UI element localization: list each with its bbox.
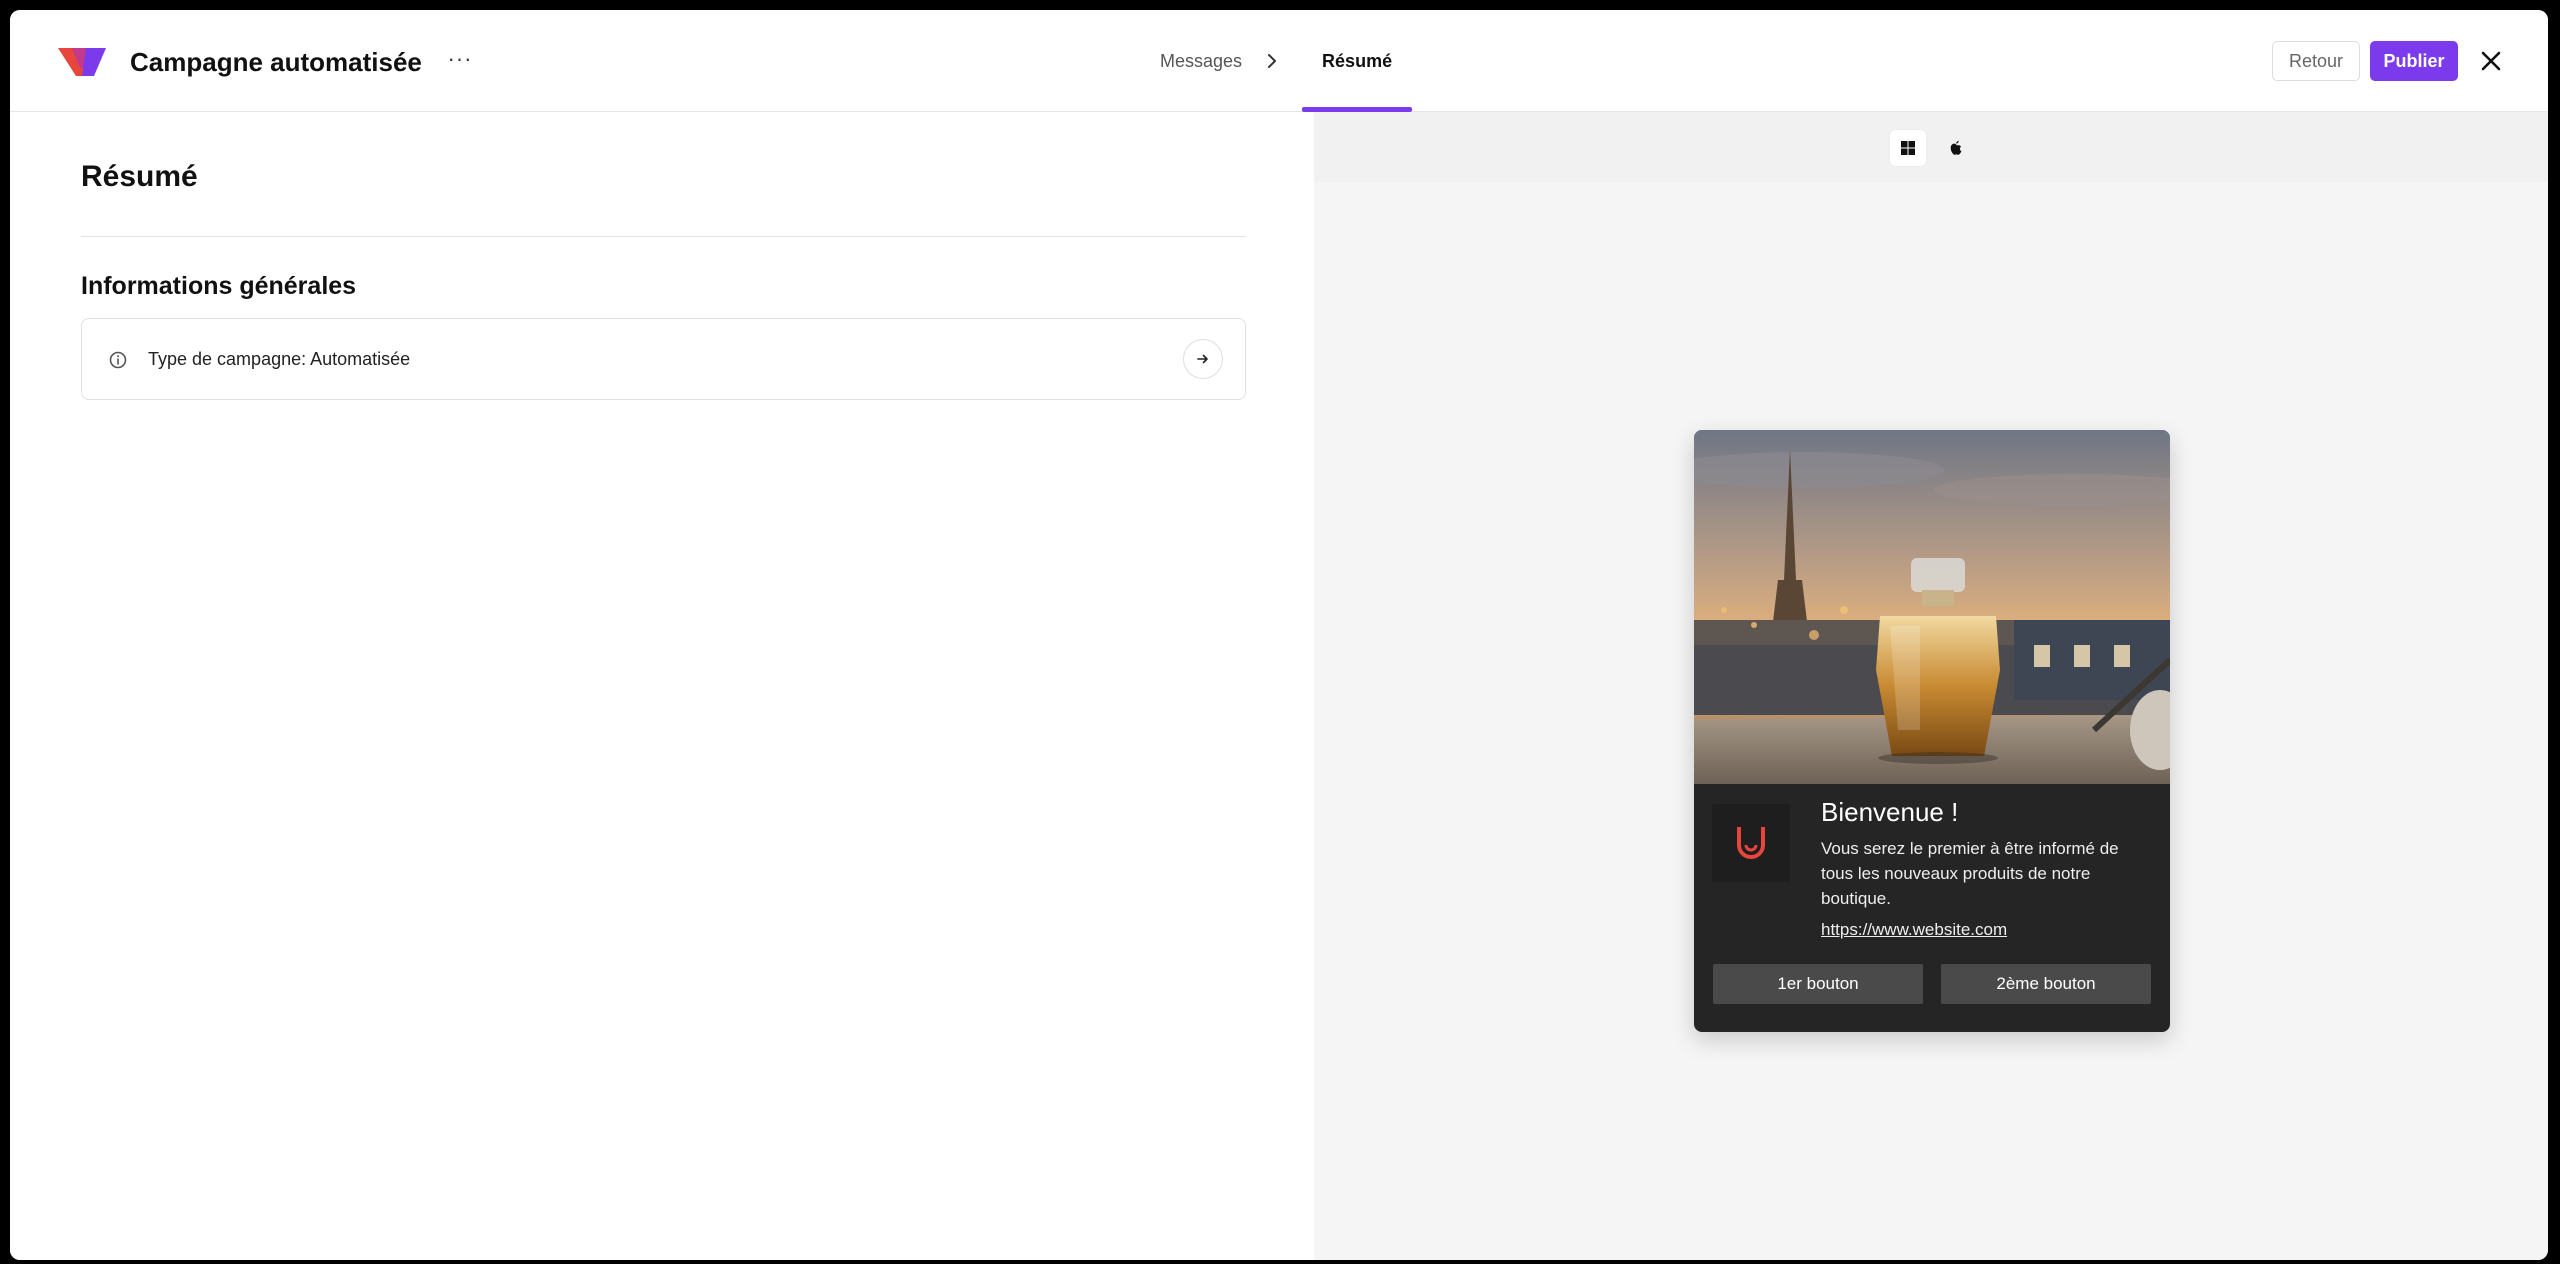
page-title: Résumé [81, 160, 198, 193]
windows-os-button[interactable] [1890, 130, 1926, 166]
chevron-right-icon [1268, 54, 1277, 68]
brand-logo [58, 48, 106, 76]
campaign-title: Campagne automatisée [130, 47, 422, 77]
step-resume[interactable]: Résumé [1302, 10, 1413, 112]
info-icon [109, 351, 127, 369]
publier-button[interactable]: Publier [2370, 41, 2458, 81]
stepper-nav: Messages Résumé [1160, 10, 1413, 112]
more-options-button[interactable]: ··· [442, 46, 478, 78]
arrow-right-button[interactable] [1183, 339, 1223, 379]
section-title: Informations générales [81, 272, 357, 300]
notification-title: Bienvenue ! [1821, 797, 1959, 827]
campaign-type-text: Type de campagne: Automatisée [148, 349, 411, 369]
perfume-hero-image [1694, 430, 2170, 784]
apple-os-button[interactable] [1938, 130, 1974, 166]
app-icon [1712, 804, 1790, 882]
close-icon[interactable] [2476, 46, 2506, 76]
brand-drop-icon [1737, 827, 1765, 859]
windows-icon [1901, 141, 1915, 155]
notification-button-1[interactable]: 1er bouton [1713, 964, 1923, 1004]
campaign-type-card[interactable]: Type de campagne: Automatisée [81, 318, 1246, 400]
step-messages[interactable]: Messages [1160, 10, 1242, 112]
arrow-right-icon [1197, 354, 1208, 364]
summary-panel: Résumé Informations générales Type de ca… [10, 112, 1314, 1260]
notification-body: Vous serez le premier à être informé de … [1821, 839, 2119, 908]
app-window: Campagne automatisée ··· Messages Résumé… [10, 10, 2548, 1260]
top-header: Campagne automatisée ··· Messages Résumé… [10, 10, 2548, 112]
notification-link[interactable]: https://www.website.com [1821, 920, 2007, 940]
retour-button[interactable]: Retour [2272, 41, 2360, 81]
os-selector [1314, 112, 2548, 182]
notification-button-2[interactable]: 2ème bouton [1941, 964, 2151, 1004]
divider [81, 236, 1246, 237]
push-notification-preview: Bienvenue ! Vous serez le premier à être… [1694, 430, 2170, 1032]
apple-icon [1950, 140, 1962, 155]
preview-panel: Bienvenue ! Vous serez le premier à être… [1314, 112, 2548, 1260]
